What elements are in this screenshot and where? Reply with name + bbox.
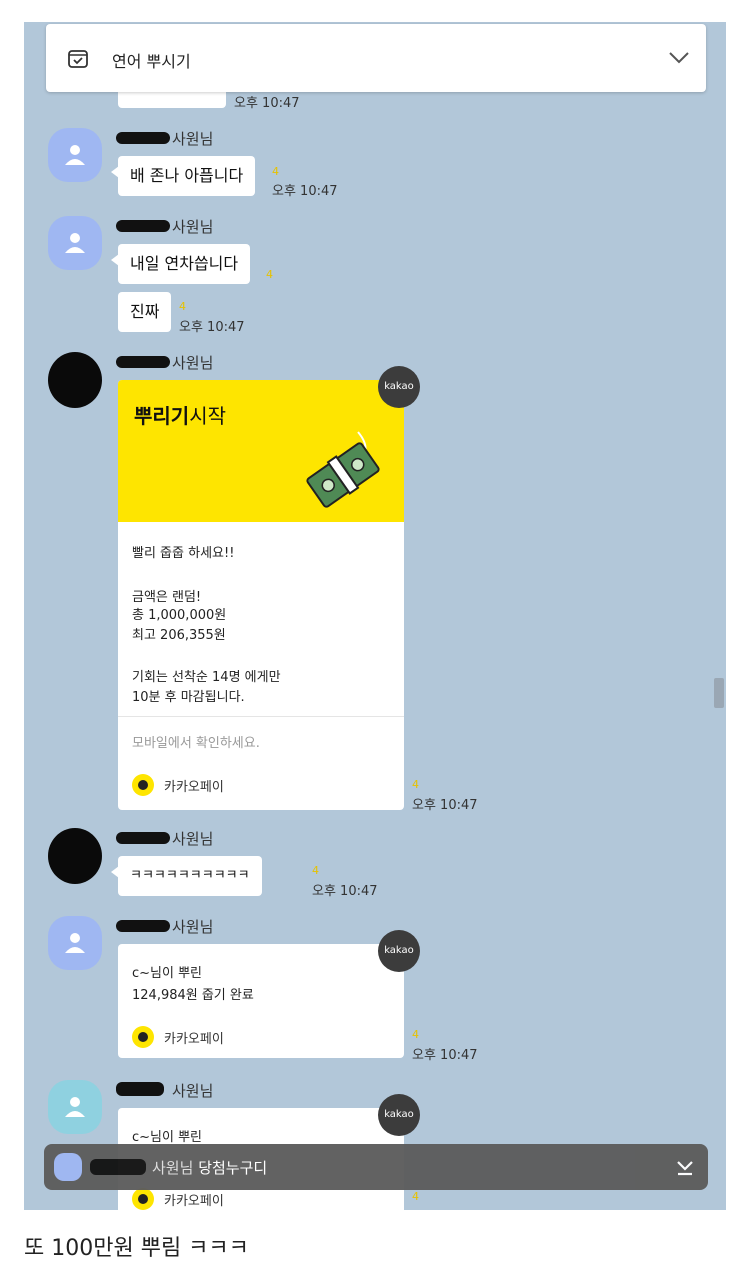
message-bubble: ㅋㅋㅋㅋㅋㅋㅋㅋㅋㅋ — [111, 856, 262, 896]
card-text: 총 1,000,000원 — [132, 608, 227, 623]
unread-count: 4 — [312, 864, 319, 877]
redacted-name — [116, 920, 170, 932]
calendar-check-icon — [68, 50, 88, 68]
message-bubble: 배 존나 아픕니다 — [110, 156, 256, 196]
card-text: 기회는 선착순 14명 에게만 — [132, 670, 281, 685]
kakaopay-icon — [132, 1188, 154, 1210]
message-time: 오후 10:47 — [412, 1048, 478, 1063]
message-time: 오후 10:47 — [412, 798, 478, 813]
user-icon — [65, 145, 85, 165]
user-icon — [65, 933, 85, 953]
sender-name: 사원님 — [172, 1082, 214, 1100]
latest-message-bar[interactable]: 사원님 당첨누구디 — [44, 1144, 708, 1190]
user-icon — [65, 1097, 85, 1117]
latest-message-text: 사원님 당첨누구디 — [152, 1159, 268, 1177]
money-icon — [306, 431, 380, 508]
chevron-down-icon[interactable] — [666, 44, 692, 70]
kakaopay-icon — [132, 774, 154, 796]
kakaopay-label: 카카오페이 — [164, 1032, 224, 1047]
kakao-badge: kakao — [378, 366, 420, 408]
card-text: c~님이 뿌린 — [132, 1130, 203, 1145]
redacted-name — [116, 220, 170, 232]
notice-header[interactable]: 연어 뿌시기 — [46, 24, 706, 92]
avatar[interactable] — [48, 916, 102, 970]
card-text: 최고 206,355원 — [132, 628, 226, 643]
kakaopay-label: 카카오페이 — [164, 780, 224, 795]
redacted-name — [116, 356, 170, 368]
message-time: 오후 10:47 — [179, 320, 245, 335]
message-time: 오후 10:47 — [234, 96, 300, 111]
kakao-badge: kakao — [378, 930, 420, 972]
unread-count: 4 — [412, 778, 419, 791]
card-text: c~님이 뿌린 — [132, 966, 203, 981]
card-text: 빨리 줍줍 하세요!! — [132, 546, 235, 561]
chat-title: 연어 뿌시기 — [112, 52, 191, 71]
unread-count: 4 — [412, 1028, 419, 1041]
chat-window: 연어 뿌시기 오후 10:47 사원님 배 존나 아픕니다 4 오후 10:47… — [24, 22, 726, 1210]
kakaopay-icon — [132, 1026, 154, 1048]
redacted-name — [116, 132, 170, 144]
redacted-name — [116, 832, 170, 844]
redacted-name — [90, 1159, 146, 1175]
scrollbar-thumb[interactable] — [714, 678, 724, 708]
kakaopay-card[interactable]: 뿌리기시작 빨리 줍줍 하세요!! 금액은 랜덤! 총 1,000,000원 최… — [118, 380, 404, 810]
sender-name: 사원님 — [172, 918, 214, 936]
sender-name: 사원님 — [172, 130, 214, 148]
banner-title: 뿌리기시작 — [134, 404, 227, 428]
card-text: 10분 후 마감됩니다. — [132, 690, 245, 705]
card-divider — [118, 716, 404, 717]
message-time: 오후 10:47 — [272, 184, 338, 199]
avatar[interactable] — [48, 352, 102, 408]
post-caption: 또 100만원 뿌림 ㅋㅋㅋ — [24, 1236, 249, 1261]
mobile-note: 모바일에서 확인하세요. — [132, 736, 260, 751]
sender-name: 사원님 — [172, 218, 214, 236]
unread-count: 4 — [266, 268, 273, 281]
avatar[interactable] — [48, 128, 102, 182]
sender-name: 사원님 — [172, 354, 214, 372]
kakao-badge: kakao — [378, 1094, 420, 1136]
card-banner: 뿌리기시작 — [118, 380, 404, 522]
user-icon — [65, 233, 85, 253]
avatar[interactable] — [48, 216, 102, 270]
unread-count: 4 — [179, 300, 186, 313]
avatar[interactable] — [48, 828, 102, 884]
unread-count: 4 — [272, 165, 279, 178]
avatar — [54, 1153, 82, 1181]
card-text: 금액은 랜덤! — [132, 590, 202, 605]
sender-name: 사원님 — [172, 830, 214, 848]
download-icon[interactable] — [674, 1156, 696, 1178]
kakaopay-card[interactable]: c~님이 뿌린 124,984원 줍기 완료 카카오페이 — [118, 944, 404, 1058]
message-time: 오후 10:47 — [312, 884, 378, 899]
unread-count: 4 — [412, 1190, 419, 1203]
kakaopay-label: 카카오페이 — [164, 1194, 224, 1209]
message-bubble: 진짜 — [118, 292, 172, 332]
redacted-name — [116, 1082, 164, 1096]
message-bubble: 내일 연차씁니다 — [110, 244, 251, 284]
avatar[interactable] — [48, 1080, 102, 1134]
card-text: 124,984원 줍기 완료 — [132, 988, 254, 1003]
